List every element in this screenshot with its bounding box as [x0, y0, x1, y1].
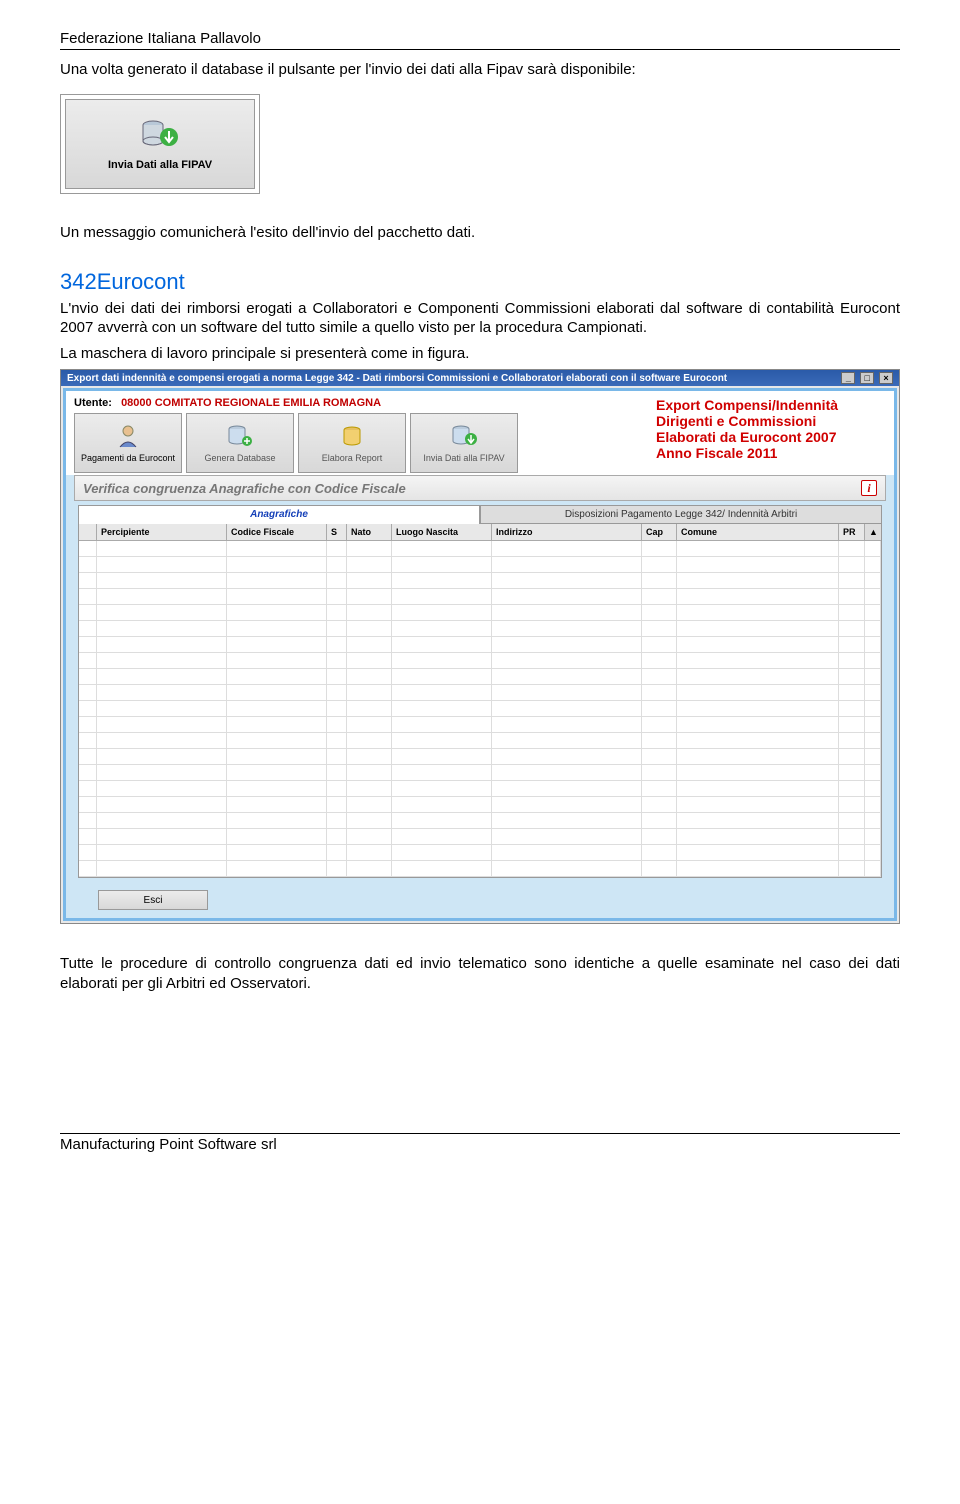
- table-row: [79, 781, 881, 797]
- red-line-1: Export Compensi/Indennità: [656, 397, 886, 413]
- scroll-up-icon[interactable]: ▲: [865, 524, 881, 540]
- tb-label-3: Invia Dati alla FIPAV: [423, 453, 504, 463]
- tb-label-2: Elabora Report: [322, 453, 383, 463]
- app-screenshot: Export dati indennità e compensi erogati…: [60, 369, 900, 924]
- section-title: 342Eurocont: [60, 269, 900, 295]
- table-row: [79, 669, 881, 685]
- window-title: Export dati indennità e compensi erogati…: [67, 373, 727, 384]
- table-row: [79, 685, 881, 701]
- red-line-3: Elaborati da Eurocont 2007: [656, 429, 886, 445]
- col-s[interactable]: S: [327, 524, 347, 540]
- tab-anagrafiche[interactable]: Anagrafiche: [78, 505, 480, 524]
- conclusion-text: Tutte le procedure di controllo congruen…: [60, 954, 900, 993]
- col-codice-fiscale[interactable]: Codice Fiscale: [227, 524, 327, 540]
- section-body-1: L'nvio dei dati dei rimborsi erogati a C…: [60, 299, 900, 338]
- col-cap[interactable]: Cap: [642, 524, 677, 540]
- table-row: [79, 813, 881, 829]
- table-row: [79, 797, 881, 813]
- table-row: [79, 749, 881, 765]
- invia-button-label: Invia Dati alla FIPAV: [108, 159, 212, 171]
- col-selector[interactable]: [79, 524, 97, 540]
- verify-bar[interactable]: Verifica congruenza Anagrafiche con Codi…: [74, 475, 886, 501]
- window-titlebar: Export dati indennità e compensi erogati…: [61, 370, 899, 386]
- red-line-2: Dirigenti e Commissioni: [656, 413, 886, 429]
- window-buttons: _ □ ×: [839, 372, 893, 384]
- utente-label: Utente:: [74, 397, 112, 409]
- invia-dati-fipav-button[interactable]: Invia Dati alla FIPAV: [65, 99, 255, 189]
- invia-dati-fipav-toolbar-button[interactable]: Invia Dati alla FIPAV: [410, 413, 518, 473]
- table-row: [79, 733, 881, 749]
- grid-header: Percipiente Codice Fiscale S Nato Luogo …: [79, 524, 881, 541]
- table-row: [79, 621, 881, 637]
- table-row: [79, 557, 881, 573]
- table-row: [79, 573, 881, 589]
- table-row: [79, 605, 881, 621]
- database-export-icon: [139, 117, 181, 153]
- header-rule: [60, 49, 900, 50]
- utente-value: 08000 COMITATO REGIONALE EMILIA ROMAGNA: [121, 397, 381, 409]
- grid-body: [79, 541, 881, 877]
- tb-label-0: Pagamenti da Eurocont: [81, 453, 175, 463]
- database-add-icon: [225, 423, 255, 451]
- section-body-2: La maschera di lavoro principale si pres…: [60, 344, 900, 364]
- table-row: [79, 765, 881, 781]
- col-indirizzo[interactable]: Indirizzo: [492, 524, 642, 540]
- close-icon[interactable]: ×: [879, 372, 893, 384]
- tab-disposizioni[interactable]: Disposizioni Pagamento Legge 342/ Indenn…: [480, 505, 882, 524]
- data-grid: Percipiente Codice Fiscale S Nato Luogo …: [78, 524, 882, 878]
- esci-button[interactable]: Esci: [98, 890, 208, 910]
- page-footer: Manufacturing Point Software srl: [60, 1136, 900, 1153]
- genera-database-button[interactable]: Genera Database: [186, 413, 294, 473]
- message-text: Un messaggio comunicherà l'esito dell'in…: [60, 224, 900, 241]
- pagamenti-eurocont-button[interactable]: Pagamenti da Eurocont: [74, 413, 182, 473]
- report-icon: [337, 423, 367, 451]
- col-nato[interactable]: Nato: [347, 524, 392, 540]
- elabora-report-button[interactable]: Elabora Report: [298, 413, 406, 473]
- maximize-icon[interactable]: □: [860, 372, 874, 384]
- minimize-icon[interactable]: _: [841, 372, 855, 384]
- red-line-4: Anno Fiscale 2011: [656, 445, 886, 461]
- table-row: [79, 829, 881, 845]
- invia-button-frame: Invia Dati alla FIPAV: [60, 94, 260, 194]
- table-row: [79, 845, 881, 861]
- col-percipiente[interactable]: Percipiente: [97, 524, 227, 540]
- col-luogo-nascita[interactable]: Luogo Nascita: [392, 524, 492, 540]
- col-comune[interactable]: Comune: [677, 524, 839, 540]
- table-row: [79, 653, 881, 669]
- footer-rule: [60, 1133, 900, 1134]
- page-header: Federazione Italiana Pallavolo: [60, 30, 900, 49]
- table-row: [79, 589, 881, 605]
- tb-label-1: Genera Database: [204, 453, 275, 463]
- intro-text: Una volta generato il database il pulsan…: [60, 60, 900, 80]
- export-title-block: Export Compensi/Indennità Dirigenti e Co…: [656, 397, 886, 461]
- table-row: [79, 701, 881, 717]
- user-db-icon: [113, 423, 143, 451]
- table-row: [79, 717, 881, 733]
- verify-label: Verifica congruenza Anagrafiche con Codi…: [83, 481, 406, 496]
- table-row: [79, 861, 881, 877]
- table-row: [79, 637, 881, 653]
- database-export-icon: [449, 423, 479, 451]
- table-row: [79, 541, 881, 557]
- info-icon[interactable]: i: [861, 480, 877, 496]
- col-pr[interactable]: PR: [839, 524, 865, 540]
